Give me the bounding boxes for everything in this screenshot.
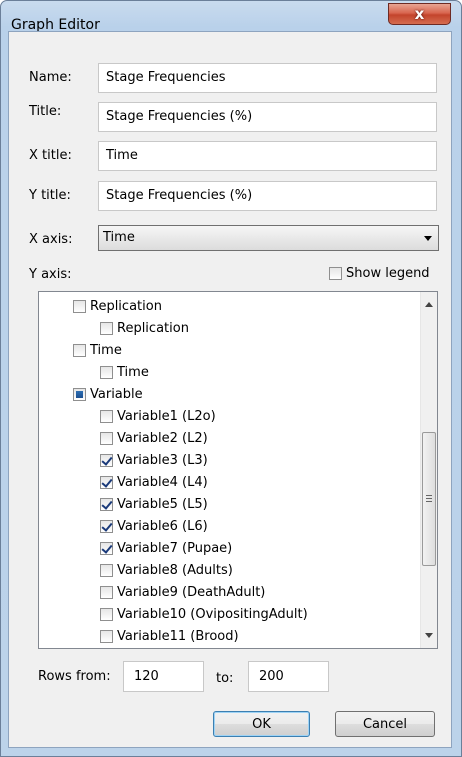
y-axis-tree[interactable]: Replication Replication Time Time Variable Va…	[38, 291, 438, 649]
tree-item-checkbox[interactable]	[73, 388, 86, 401]
tree-item-label: Variable11 (Brood)	[117, 629, 239, 644]
title-input[interactable]: Stage Frequencies (%)	[98, 102, 437, 132]
grip-icon	[426, 495, 432, 496]
tree-item-checkbox[interactable]	[100, 630, 113, 643]
name-label: Name:	[29, 70, 72, 85]
tree-item-label: Replication	[90, 299, 162, 314]
scroll-thumb[interactable]	[422, 432, 436, 566]
x-title-label: X title:	[29, 148, 72, 163]
scroll-down-icon[interactable]	[425, 633, 433, 638]
ok-button[interactable]: OK	[213, 711, 310, 737]
tree-item-checkbox[interactable]	[73, 300, 86, 313]
tree-item-checkbox[interactable]	[100, 498, 113, 511]
tree-item-checkbox[interactable]	[100, 476, 113, 489]
show-legend-label: Show legend	[346, 266, 430, 281]
scroll-up-icon[interactable]	[425, 302, 433, 307]
tree-item-label: Variable	[90, 387, 143, 402]
rows-to-input[interactable]: 200	[248, 661, 329, 692]
tree-item-label: Time	[117, 365, 149, 380]
x-axis-label: X axis:	[29, 232, 73, 247]
tree-item-checkbox[interactable]	[73, 344, 86, 357]
tree-item-label: Variable10 (OvipositingAdult)	[117, 607, 308, 622]
x-title-input[interactable]: Time	[98, 141, 437, 171]
title-bar[interactable]: Graph Editor x	[1, 1, 461, 33]
x-axis-selected-value: Time	[103, 230, 135, 245]
tree-item-checkbox[interactable]	[100, 410, 113, 423]
tree-scrollbar[interactable]	[420, 292, 437, 648]
tree-item-label: Time	[90, 343, 122, 358]
chevron-down-icon	[424, 236, 432, 241]
tree-item-checkbox[interactable]	[100, 432, 113, 445]
close-button[interactable]: x	[388, 3, 451, 25]
name-input[interactable]: Stage Frequencies	[98, 63, 437, 93]
tree-item-label: Variable2 (L2)	[117, 431, 208, 446]
tree-item-label: Variable8 (Adults)	[117, 563, 233, 578]
tree-item-label: Replication	[117, 321, 189, 336]
tree-item-label: Variable6 (L6)	[117, 519, 208, 534]
tree-item-label: Variable7 (Pupae)	[117, 541, 233, 556]
tree-item-checkbox[interactable]	[100, 366, 113, 379]
tree-item-checkbox[interactable]	[100, 608, 113, 621]
tree-item-label: Variable4 (L4)	[117, 475, 208, 490]
show-legend-checkbox[interactable]: Show legend	[329, 266, 439, 284]
tree-item-label: Variable1 (L2o)	[117, 409, 216, 424]
title-label: Title:	[29, 104, 62, 119]
close-icon: x	[414, 5, 425, 23]
rows-from-input[interactable]: 120	[123, 661, 204, 692]
y-axis-label: Y axis:	[29, 267, 72, 282]
tree-item-checkbox[interactable]	[100, 564, 113, 577]
tree-item-checkbox[interactable]	[100, 520, 113, 533]
rows-to-label: to:	[216, 671, 234, 686]
tree-item-checkbox[interactable]	[100, 322, 113, 335]
y-title-label: Y title:	[29, 188, 71, 203]
tree-item-label: Variable3 (L3)	[117, 453, 208, 468]
cancel-button[interactable]: Cancel	[335, 711, 435, 737]
tree-item-label: Variable5 (L5)	[117, 497, 208, 512]
tree-item-checkbox[interactable]	[100, 586, 113, 599]
show-legend-box	[329, 267, 342, 280]
x-axis-select[interactable]: Time	[98, 225, 439, 251]
tree-item-checkbox[interactable]	[100, 454, 113, 467]
rows-from-label: Rows from:	[38, 669, 111, 684]
y-title-input[interactable]: Stage Frequencies (%)	[98, 181, 437, 211]
tree-item-label: Variable9 (DeathAdult)	[117, 585, 266, 600]
tree-item-checkbox[interactable]	[100, 542, 113, 555]
